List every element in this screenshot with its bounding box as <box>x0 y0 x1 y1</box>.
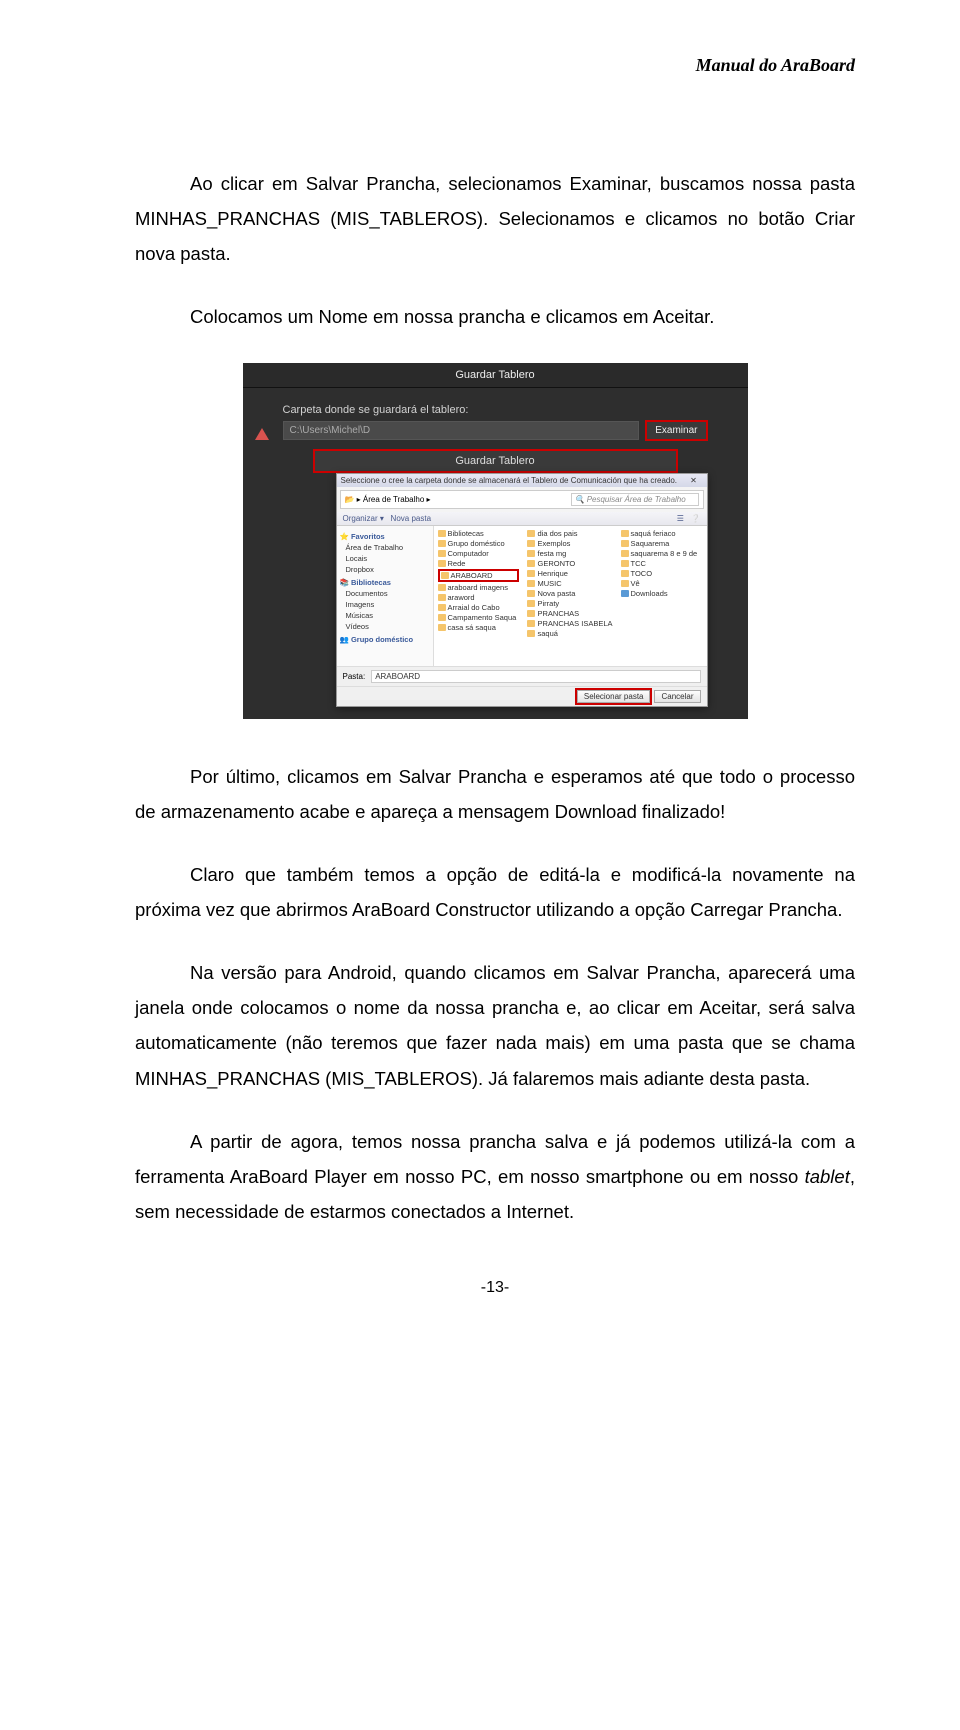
dialog-title: Seleccione o cree la carpeta donde se al… <box>341 476 678 485</box>
screenshot-figure: Guardar Tablero Carpeta donde se guardar… <box>243 363 748 719</box>
paragraph-3: Por último, clicamos em Salvar Prancha e… <box>135 759 855 829</box>
cancel-button[interactable]: Cancelar <box>654 690 700 703</box>
paragraph-1: Ao clicar em Salvar Prancha, selecionamo… <box>135 166 855 271</box>
carpeta-label: Carpeta donde se guardará el tablero: <box>283 404 708 416</box>
view-options[interactable]: ☰ ❔ <box>677 514 701 523</box>
guardar-tablero-button[interactable]: Guardar Tablero <box>313 449 678 473</box>
dialog-sidebar[interactable]: ⭐ Favoritos Área de Trabalho Locais Drop… <box>337 526 434 666</box>
folder-list[interactable]: Bibliotecas Grupo doméstico Computador R… <box>434 526 707 666</box>
new-folder-button[interactable]: Nova pasta <box>391 514 431 523</box>
paragraph-6: A partir de agora, temos nossa prancha s… <box>135 1124 855 1229</box>
pasta-input[interactable]: ARABOARD <box>371 670 700 683</box>
select-folder-button[interactable]: Selecionar pasta <box>577 690 651 703</box>
araboard-folder[interactable]: ARABOARD <box>438 569 520 582</box>
paragraph-4: Claro que também temos a opção de editá-… <box>135 857 855 927</box>
folder-dialog: Seleccione o cree la carpeta donde se al… <box>336 473 708 707</box>
pasta-label: Pasta: <box>343 672 366 681</box>
paragraph-2: Colocamos um Nome em nossa prancha e cli… <box>135 299 855 334</box>
search-input[interactable]: 🔍 Pesquisar Área de Trabalho <box>571 493 699 506</box>
breadcrumb[interactable]: 📂 ▸ Área de Trabalho ▸ <box>345 495 567 504</box>
app-titlebar: Guardar Tablero <box>243 363 748 388</box>
paragraph-5: Na versão para Android, quando clicamos … <box>135 955 855 1096</box>
page-number: -13- <box>135 1279 855 1297</box>
page-header: Manual do AraBoard <box>135 55 855 76</box>
examinar-button[interactable]: Examinar <box>645 420 707 441</box>
organize-menu[interactable]: Organizar ▾ <box>343 514 384 523</box>
path-input[interactable]: C:\Users\Michel\D <box>283 421 640 440</box>
warning-icon <box>255 428 269 440</box>
window-controls[interactable]: ✕ <box>685 476 703 485</box>
